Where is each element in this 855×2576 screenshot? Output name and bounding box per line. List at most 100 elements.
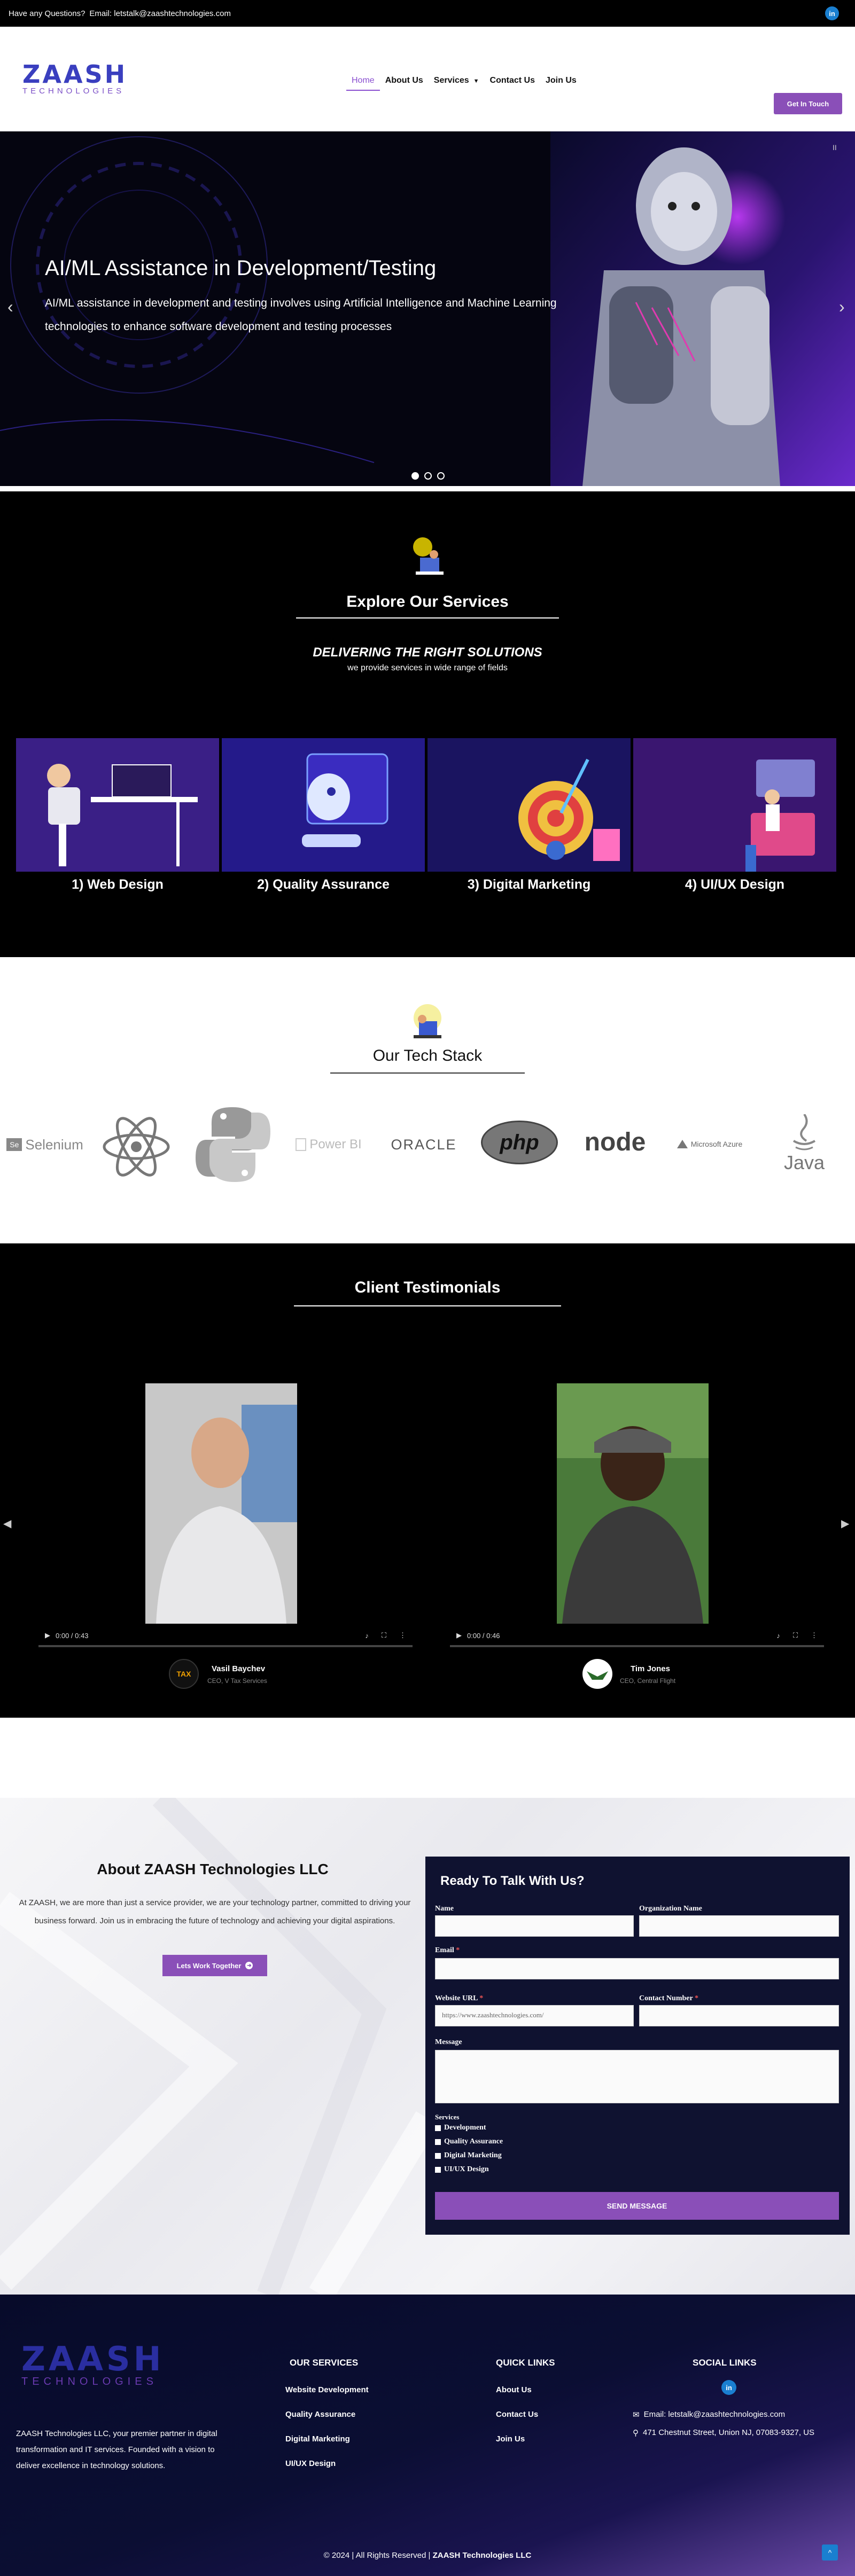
power-bi-icon — [296, 1138, 307, 1151]
oracle-logo: ORACLE — [391, 1136, 457, 1153]
required-mark: * — [479, 1994, 484, 2002]
email-label-wrap: Email * — [435, 1946, 460, 1955]
services-title: Explore Our Services — [346, 593, 509, 610]
volume-icon[interactable]: ♪ — [365, 1632, 369, 1640]
service-card-digital-marketing[interactable] — [428, 738, 631, 872]
service-card-label: 4) UI/UX Design — [685, 877, 785, 892]
video-progress-bar[interactable] — [38, 1645, 413, 1647]
service-card-web-design[interactable] — [16, 738, 219, 872]
testimonial-video-2[interactable]: ▶ 0:00 / 0:46 ♪ ⛶ ⋮ — [450, 1383, 824, 1647]
scroll-to-top-icon[interactable]: ^ — [822, 2544, 838, 2561]
slider-dot-1[interactable] — [411, 472, 419, 480]
service-card-ui-ux-design[interactable] — [633, 738, 836, 872]
footer-link-quality-assurance[interactable]: Quality Assurance — [285, 2410, 355, 2419]
footer-email[interactable]: ✉ Email: letstalk@zaashtechnologies.com — [633, 2410, 785, 2420]
map-pin-icon: ⚲ — [633, 2429, 639, 2438]
fullscreen-icon[interactable]: ⛶ — [793, 1631, 798, 1640]
azure-label: Microsoft Azure — [690, 1140, 743, 1148]
testimonials-title: Client Testimonials — [354, 1279, 501, 1296]
service-card-label: 1) Web Design — [72, 877, 164, 892]
top-bar-email[interactable]: Email: letstalk@zaashtechnologies.com — [89, 9, 231, 18]
slider-pause-icon[interactable]: II — [833, 143, 837, 152]
footer-link-digital-marketing[interactable]: Digital Marketing — [285, 2434, 350, 2444]
email-input[interactable] — [435, 1958, 839, 1979]
message-textarea[interactable] — [435, 2050, 839, 2103]
checkbox-development[interactable]: Development — [435, 2124, 486, 2132]
nav-services[interactable]: Services ▼ — [429, 72, 485, 91]
testimonial-video-1[interactable]: ▶ 0:00 / 0:43 ♪ ⛶ ⋮ — [38, 1383, 413, 1647]
play-icon[interactable]: ▶ — [456, 1631, 462, 1640]
checkbox-box[interactable] — [435, 2139, 441, 2145]
tech-title-underline — [330, 1072, 525, 1074]
quality-assurance-illustration — [302, 753, 388, 847]
email-label: Email — [435, 1946, 454, 1954]
name-label: Name — [435, 1905, 454, 1913]
checkbox-label: Development — [444, 2124, 486, 2132]
checkbox-quality-assurance[interactable]: Quality Assurance — [435, 2137, 503, 2146]
more-options-icon[interactable]: ⋮ — [811, 1631, 818, 1640]
checkbox-box[interactable] — [435, 2125, 441, 2131]
tech-illustration-icon — [414, 1004, 441, 1038]
footer-link-contact-us[interactable]: Contact Us — [496, 2410, 538, 2419]
main-nav: Home About Us Services ▼ Contact Us Join … — [346, 72, 582, 91]
nav-home[interactable]: Home — [346, 72, 380, 91]
slider-dot-3[interactable] — [437, 472, 445, 480]
react-logo — [103, 1117, 170, 1177]
nav-services-label: Services — [433, 76, 469, 85]
eagle-icon — [587, 1671, 608, 1680]
contact-number-input[interactable] — [639, 2005, 839, 2026]
footer-link-website-development[interactable]: Website Development — [285, 2385, 369, 2394]
video-progress-bar[interactable] — [450, 1645, 824, 1647]
footer-link-ui-ux-design[interactable]: UI/UX Design — [285, 2459, 336, 2468]
website-label-wrap: Website URL * — [435, 1994, 483, 2003]
copyright-prefix: © 2024 | All Rights Reserved | — [323, 2551, 433, 2560]
services-section: Explore Our Services DELIVERING THE RIGH… — [0, 491, 855, 957]
section-spacer — [0, 1718, 855, 1798]
checkbox-digital-marketing[interactable]: Digital Marketing — [435, 2151, 502, 2160]
slider-next-arrow-icon[interactable]: › — [839, 297, 845, 317]
tim-avatar — [582, 1659, 612, 1689]
footer-social-title: SOCIAL LINKS — [693, 2358, 757, 2368]
video-controls: ▶ 0:00 / 0:43 ♪ ⛶ ⋮ — [38, 1626, 413, 1645]
hero-divider — [0, 486, 855, 491]
linkedin-icon[interactable]: in — [825, 6, 839, 20]
play-icon[interactable]: ▶ — [45, 1631, 50, 1640]
fullscreen-icon[interactable]: ⛶ — [382, 1631, 386, 1640]
footer-link-join-us[interactable]: Join Us — [496, 2434, 525, 2444]
ui-ux-illustration — [745, 760, 815, 872]
logo[interactable]: ZAASH TECHNOLOGIES — [22, 62, 143, 99]
checkbox-box[interactable] — [435, 2152, 441, 2159]
nav-about-us[interactable]: About Us — [380, 72, 429, 91]
volume-icon[interactable]: ♪ — [776, 1632, 780, 1640]
web-design-illustration — [47, 764, 198, 866]
lets-work-together-button[interactable]: Lets Work Together ➜ — [162, 1955, 267, 1976]
testimonials-next-arrow-icon[interactable]: ▶ — [841, 1517, 849, 1530]
send-message-button[interactable]: SEND MESSAGE — [435, 2192, 839, 2220]
footer-logo-wordmark: ZAASH — [21, 2339, 165, 2378]
checkbox-box[interactable] — [435, 2166, 441, 2173]
nav-contact-us[interactable]: Contact Us — [485, 72, 540, 91]
testimonial-role: CEO, Central Flight — [620, 1677, 676, 1685]
footer-linkedin-icon[interactable]: in — [721, 2380, 736, 2395]
footer-logo[interactable]: ZAASH TECHNOLOGIES — [21, 2343, 198, 2388]
name-input[interactable] — [435, 1915, 634, 1937]
nav-join-us[interactable]: Join Us — [540, 72, 582, 91]
testimonials-prev-arrow-icon[interactable]: ◀ — [3, 1517, 11, 1530]
more-options-icon[interactable]: ⋮ — [399, 1631, 406, 1640]
service-card-label: 3) Digital Marketing — [467, 877, 591, 892]
contact-number-label-wrap: Contact Number * — [639, 1994, 698, 2003]
video-thumbnail — [557, 1383, 709, 1624]
footer-address-text: 471 Chestnut Street, Union NJ, 07083-932… — [643, 2428, 815, 2437]
testimonial-role: CEO, V Tax Services — [207, 1677, 267, 1685]
website-input[interactable]: https://www.zaashtechnologies.com/ — [435, 2005, 634, 2026]
get-in-touch-button[interactable]: Get In Touch — [774, 93, 842, 114]
slider-prev-arrow-icon[interactable]: ‹ — [7, 297, 13, 317]
service-card-quality-assurance[interactable] — [222, 738, 425, 872]
organization-input[interactable] — [639, 1915, 839, 1937]
slider-dot-2[interactable] — [424, 472, 432, 480]
power-bi-label: Power BI — [309, 1137, 362, 1152]
site-header: ZAASH TECHNOLOGIES Home About Us Service… — [0, 27, 855, 131]
checkbox-label: Quality Assurance — [444, 2137, 503, 2146]
checkbox-ui-ux-design[interactable]: UI/UX Design — [435, 2165, 489, 2174]
footer-link-about-us[interactable]: About Us — [496, 2385, 532, 2394]
